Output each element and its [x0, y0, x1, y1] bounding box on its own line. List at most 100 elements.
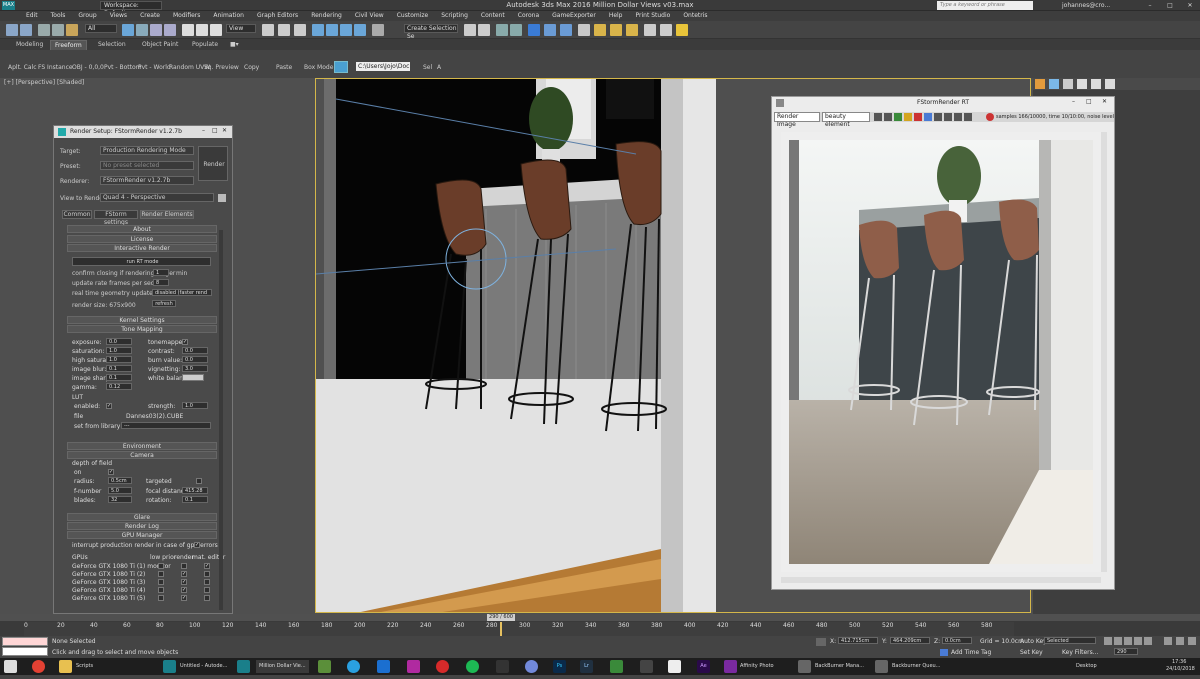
spotify-icon[interactable]	[466, 660, 479, 673]
backburner-queue-icon[interactable]	[875, 660, 888, 673]
tab-populate[interactable]: Populate	[192, 40, 218, 49]
fstorm-minimize-icon[interactable]: –	[1072, 98, 1075, 105]
renderer-dropdown[interactable]: FStormRender v1.2.7b	[100, 176, 194, 185]
previous-frame-icon[interactable]	[1114, 637, 1122, 645]
menu-item-customize[interactable]: Customize	[397, 11, 429, 21]
selection-filter-dropdown[interactable]: All	[85, 24, 117, 33]
curve-editor-icon[interactable]	[544, 24, 556, 36]
contrast-field[interactable]: 0.0	[182, 347, 208, 354]
spinner-snap-icon[interactable]	[354, 24, 366, 36]
desktop-toolbar[interactable]: Desktop	[1076, 660, 1097, 673]
refresh-button[interactable]: refresh	[152, 300, 176, 307]
gpu-5-render-checkbox[interactable]: ✓	[181, 595, 187, 601]
ribbon-tool-a[interactable]: A	[437, 64, 441, 71]
gpu-2-render-checkbox[interactable]: ✓	[181, 571, 187, 577]
menu-item-edit[interactable]: Edit	[26, 11, 38, 21]
dof-on-checkbox[interactable]: ✓	[108, 469, 114, 475]
next-frame-icon[interactable]	[1134, 637, 1142, 645]
menu-item-tools[interactable]: Tools	[51, 11, 66, 21]
blades-field[interactable]: 32	[108, 496, 132, 503]
ribbon-tool-obj-origin[interactable]: OBJ - 0,0,0	[72, 64, 104, 71]
taskbar-item-backburner-manager[interactable]: BackBurner Mana...	[815, 660, 864, 673]
menu-item-content[interactable]: Content	[481, 11, 505, 21]
backburner-icon[interactable]	[798, 660, 811, 673]
ribbon-tool-box-mode[interactable]: Box Mode	[304, 64, 333, 71]
rectangular-selection-icon[interactable]	[150, 24, 162, 36]
go-to-start-icon[interactable]	[1104, 637, 1112, 645]
channel-dropdown[interactable]: Render Image	[774, 112, 820, 128]
menu-item-graph-editors[interactable]: Graph Editors	[257, 11, 298, 21]
rollout-camera[interactable]: Camera	[67, 451, 217, 459]
orbit-viewport-icon[interactable]	[1188, 637, 1196, 645]
close-icon[interactable]: ✕	[1180, 0, 1200, 11]
go-to-end-icon[interactable]	[1144, 637, 1152, 645]
update-rate-field[interactable]: 8	[153, 279, 169, 286]
greenshot-icon[interactable]	[318, 660, 331, 673]
modify-tab-icon[interactable]	[1049, 79, 1059, 89]
menu-item-scripting[interactable]: Scripting	[441, 11, 468, 21]
time-tag-icon[interactable]	[940, 649, 948, 656]
warning-icon[interactable]	[676, 24, 688, 36]
dialog-maximize-icon[interactable]: □	[212, 127, 218, 134]
a360-gallery-icon[interactable]	[660, 24, 672, 36]
ribbon-tool-copy[interactable]: Copy	[244, 64, 259, 71]
rendered-frame-window-icon[interactable]	[610, 24, 622, 36]
scale-icon[interactable]	[210, 24, 222, 36]
gpu-2-low-prior-checkbox[interactable]	[158, 571, 164, 577]
timeline[interactable]: 290 / 600 0 20 40 60 80 100 120 140 160 …	[0, 614, 1200, 636]
unlink-icon[interactable]	[52, 24, 64, 36]
high-saturation-field[interactable]: 1.0	[106, 356, 132, 363]
render-vertical-scrollbar[interactable]	[1101, 132, 1107, 572]
windows-start-icon[interactable]	[4, 660, 17, 673]
rollout-interactive-render[interactable]: Interactive Render	[67, 244, 217, 252]
viewport-label[interactable]: [+] [Perspective] [Shaded]	[4, 79, 84, 86]
utilities-tab-icon[interactable]	[1105, 79, 1115, 89]
interrupt-render-checkbox[interactable]: ✓	[194, 542, 200, 548]
lock-selection-icon[interactable]	[816, 638, 826, 646]
hierarchy-tab-icon[interactable]	[1063, 79, 1073, 89]
maxscript-listener[interactable]	[2, 637, 48, 646]
render-preview-image[interactable]	[781, 132, 1101, 572]
menu-item-group[interactable]: Group	[78, 11, 96, 21]
move-icon[interactable]	[182, 24, 194, 36]
ribbon-tool-pvt-bottom[interactable]: Pvt - Bottom	[104, 64, 142, 71]
percent-snap-icon[interactable]	[340, 24, 352, 36]
menu-item-civil-view[interactable]: Civil View	[355, 11, 384, 21]
mirror-icon[interactable]	[464, 24, 476, 36]
taskbar-item-untitled[interactable]: Untitled - Autode...	[180, 660, 227, 673]
saturation-field[interactable]: 1.0	[106, 347, 132, 354]
lock-view-icon[interactable]	[218, 194, 226, 202]
3dsmax-icon[interactable]	[163, 660, 176, 673]
ribbon-tool-aplt-calc[interactable]: Aplt. Calc	[8, 64, 37, 71]
select-object-icon[interactable]	[122, 24, 134, 36]
geometry-update-dropdown[interactable]: disabled (faster rend	[152, 289, 212, 296]
tab-fstorm-settings[interactable]: FStorm settings	[94, 210, 138, 226]
reference-coordinate-dropdown[interactable]: View	[226, 24, 256, 33]
menu-item-corona[interactable]: Corona	[518, 11, 539, 21]
tab-object-paint[interactable]: Object Paint	[142, 40, 178, 49]
auto-key-dropdown[interactable]: Selected	[1044, 637, 1096, 644]
tab-render-elements[interactable]: Render Elements	[140, 210, 194, 219]
maxscript-input[interactable]	[2, 647, 48, 656]
rollout-license[interactable]: License	[67, 235, 217, 243]
menu-item-animation[interactable]: Animation	[213, 11, 244, 21]
stop-render-icon[interactable]	[914, 113, 922, 121]
options-icon[interactable]	[964, 113, 972, 121]
menu-item-views[interactable]: Views	[110, 11, 127, 21]
taskbar-item-million-dollar[interactable]: Million Dollar Vie...	[256, 660, 309, 673]
render-in-cloud-icon[interactable]	[644, 24, 656, 36]
obs-icon[interactable]	[496, 660, 509, 673]
align-icon[interactable]	[478, 24, 490, 36]
lut-library-dropdown[interactable]: ---	[121, 422, 211, 429]
copy-image-icon[interactable]	[884, 113, 892, 121]
power-icon[interactable]	[436, 660, 449, 673]
zoom-viewport-icon[interactable]	[1164, 637, 1172, 645]
gpu-5-low-prior-checkbox[interactable]	[158, 595, 164, 601]
menu-item-modifiers[interactable]: Modifiers	[173, 11, 200, 21]
mail-icon[interactable]	[668, 660, 681, 673]
render-production-icon[interactable]	[626, 24, 638, 36]
edit-named-selection-icon[interactable]	[372, 24, 384, 36]
gpu-4-mat-editor-checkbox[interactable]	[204, 587, 210, 593]
menu-item-rendering[interactable]: Rendering	[311, 11, 342, 21]
ribbon-tool-sq-preview[interactable]: Sq. Preview	[204, 64, 239, 71]
